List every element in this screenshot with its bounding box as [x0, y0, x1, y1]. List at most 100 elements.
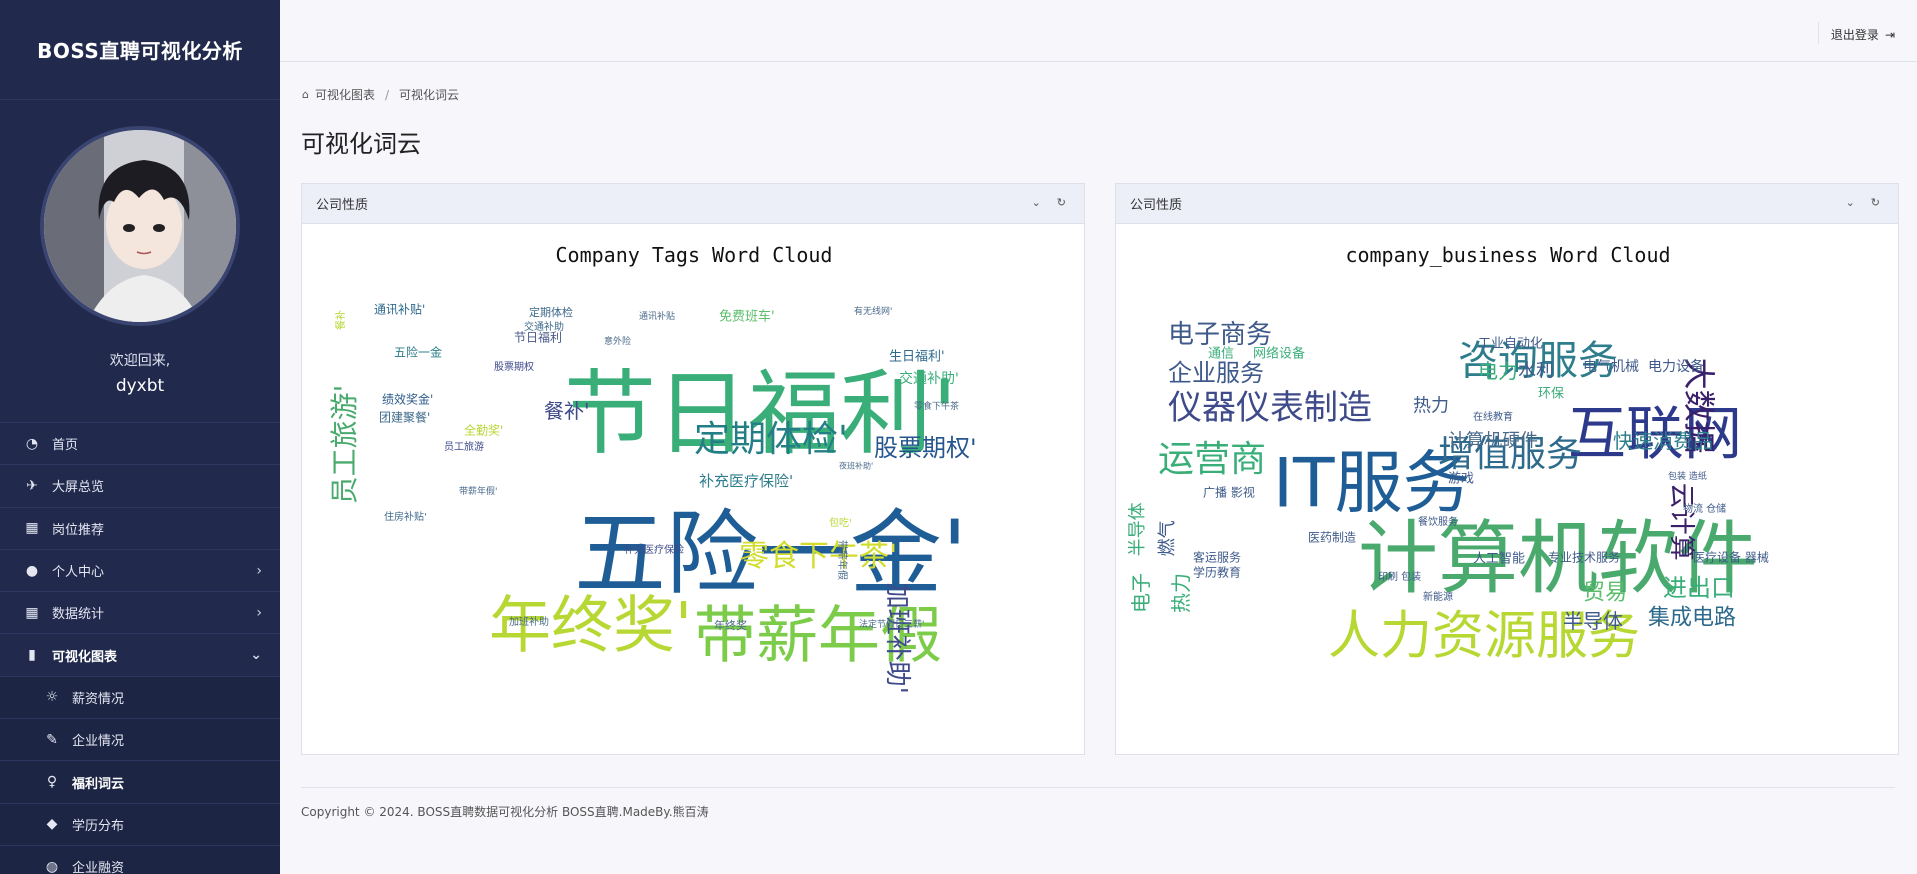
wordcloud-word: 年终奖: [714, 618, 747, 632]
wordcloud-word: 定期体检: [529, 305, 573, 319]
sidebar-item-profile[interactable]: ● 个人中心 ›: [0, 548, 280, 591]
wordcloud-word: 广播 影视: [1203, 485, 1255, 500]
sidebar-item-home[interactable]: ◔ 首页: [0, 422, 280, 464]
wordcloud-word: 补充医疗保险': [699, 472, 793, 490]
wordcloud-word: 通信: [1208, 346, 1234, 361]
plane-icon: ✈: [26, 477, 38, 494]
app-brand[interactable]: BOSS直聘可视化分析: [0, 0, 280, 100]
sidebar-item-label: 薪资情况: [72, 691, 125, 707]
sidebar-subitem-company[interactable]: ✎ 企业情况: [0, 718, 280, 761]
refresh-icon[interactable]: ↻: [1057, 196, 1066, 209]
wordcloud-word: 通讯补贴': [374, 303, 425, 317]
wordcloud-word: 夜班补助': [839, 460, 873, 470]
sidebar: BOSS直聘可视化分析 欢迎回来, dyxbt ◔ 首页 ✈ 大屏总览 ▦ 岗位…: [0, 0, 280, 874]
wordcloud-word: 工业自动化: [1478, 336, 1543, 351]
wordcloud-word: 进出口: [1663, 574, 1735, 602]
breadcrumb-item[interactable]: 可视化图表: [315, 86, 375, 103]
wordcloud-word: 零食下午茶: [914, 400, 959, 412]
avatar[interactable]: [40, 126, 240, 326]
sidebar-item-label: 可视化图表: [52, 649, 118, 665]
wordcloud-word: 燃气: [1157, 520, 1178, 556]
wordcloud-title: company_business Word Cloud: [1345, 243, 1670, 267]
wordcloud-word: 通讯补贴: [639, 310, 675, 322]
sidebar-item-label: 岗位推荐: [52, 522, 105, 538]
wordcloud-word: 医疗设备 器械: [1693, 550, 1769, 565]
wordcloud-word: 股票期权': [874, 434, 977, 462]
wordcloud-word: 加班补助: [509, 615, 549, 628]
collapse-icon[interactable]: ⌄: [1846, 196, 1855, 209]
sidebar-item-label: 数据统计: [52, 607, 105, 623]
wordcloud-word: 绩效奖金': [382, 392, 433, 407]
wordcloud-word: 加班补助': [882, 583, 912, 694]
wordcloud-word: 物流 仓储: [1683, 502, 1726, 515]
wordcloud-word: 环保: [1538, 386, 1564, 401]
wordcloud-word: 定期体检': [694, 419, 848, 460]
wordcloud-word: 餐补': [544, 399, 590, 423]
wordcloud-word: 计算机硬件: [1448, 430, 1538, 451]
home-icon[interactable]: ⌂: [302, 88, 309, 101]
sidebar-item-label: 企业情况: [72, 734, 125, 750]
logout-button[interactable]: 退出登录 ⇥: [1831, 26, 1895, 43]
chevron-down-icon: ⌄: [250, 647, 262, 664]
wordcloud-word: 意外险: [604, 335, 631, 347]
sidebar-item-label: 学历分布: [72, 818, 125, 834]
wordcloud-word: 网络设备: [1253, 345, 1305, 361]
wordcloud-word: 热力: [1413, 395, 1449, 416]
wordcloud-word: 包装 造纸: [1668, 470, 1707, 482]
wordcloud-word: 生日福利': [889, 349, 945, 364]
wordcloud-word: 集成电路: [1648, 606, 1736, 631]
wordcloud-word: 印刷 包装: [1378, 570, 1421, 583]
sidebar-item-label: 首页: [52, 438, 79, 454]
sidebar-subitem-salary[interactable]: ☼ 薪资情况: [0, 675, 280, 719]
collapse-icon[interactable]: ⌄: [1032, 196, 1041, 209]
logout-label: 退出登录: [1830, 28, 1879, 42]
sidebar-item-label: 大屏总览: [52, 480, 105, 496]
wordcloud-word: 学历教育: [1193, 565, 1241, 580]
wordcloud-word: 贸易: [1583, 581, 1627, 606]
wordcloud-word: 电气机械: [1583, 359, 1639, 375]
wordcloud-word: 住房补贴': [384, 510, 427, 523]
topbar-divider: [1818, 22, 1819, 44]
wordcloud-word: 云计算: [1666, 483, 1696, 561]
wordcloud-word: 快速消费品: [1613, 429, 1713, 453]
wordcloud-card-business: 公司性质 ⌄ ↻ company_business Word Cloud IT服务…: [1115, 183, 1899, 755]
dashboard-icon: ◔: [25, 435, 39, 452]
wordcloud-word: 交通补助: [524, 320, 564, 333]
sidebar-item-label: 福利词云: [72, 776, 125, 792]
chevron-right-icon: ›: [256, 562, 262, 579]
feather-icon: ✎: [46, 731, 58, 748]
sidebar-item-charts[interactable]: ▮ 可视化图表 ⌄: [0, 633, 280, 675]
sidebar-subitem-education[interactable]: ◆ 学历分布: [0, 802, 280, 845]
wordcloud-title: Company Tags Word Cloud: [556, 243, 833, 267]
wordcloud-word: 新能源: [1423, 590, 1453, 603]
wordcloud-word: 电力设备: [1648, 358, 1704, 375]
wordcloud-word: 运营商: [1158, 439, 1266, 480]
sidebar-item-overview[interactable]: ✈ 大屏总览: [0, 464, 280, 506]
sidebar-item-statistics[interactable]: ▦ 数据统计 ›: [0, 591, 280, 633]
sidebar-subitem-wordcloud[interactable]: ♀ 福利词云: [0, 760, 280, 803]
sidebar-subitem-funding[interactable]: ◍ 企业融资: [0, 844, 280, 874]
username: dyxbt: [115, 376, 165, 396]
refresh-icon[interactable]: ↻: [1871, 196, 1880, 209]
wordcloud-word: 人工智能: [1473, 551, 1525, 566]
wordcloud-word: 零食下午茶': [739, 539, 897, 574]
wordcloud-card-tags: 公司性质 ⌄ ↻ Company Tags Word Cloud 节日福利' 五险一…: [301, 183, 1085, 755]
wordcloud-word: 游戏: [1448, 471, 1474, 486]
wordcloud-word: 股票期权: [494, 360, 534, 373]
card-header: 公司性质 ⌄ ↻: [1116, 184, 1898, 224]
wordcloud-word: 员工旅游': [328, 385, 361, 505]
sidebar-item-label: 企业融资: [72, 861, 125, 874]
wordcloud-chart-business: company_business Word CloudIT服务计算机软件人力资源…: [1128, 243, 1769, 667]
sidebar-nav: ◔ 首页 ✈ 大屏总览 ▦ 岗位推荐 ● 个人中心 › ▦ 数据统计 › ▮ 可…: [0, 422, 280, 874]
wordcloud-word: 仪器仪表制造: [1168, 388, 1372, 428]
user-icon: ●: [25, 562, 39, 579]
wordcloud-chart-tags: Company Tags Word Cloud节日福利'五险一金'年终奖' 带薪年…: [328, 243, 977, 694]
welcome-text: 欢迎回来,: [109, 353, 171, 369]
wordcloud-word: 团建聚餐': [379, 410, 430, 425]
logout-icon: ⇥: [1884, 27, 1895, 42]
wordcloud-word: 电力: [1478, 359, 1518, 383]
wordcloud-word: 电子商务: [1168, 320, 1272, 350]
sidebar-item-job-recommend[interactable]: ▦ 岗位推荐: [0, 506, 280, 549]
wordcloud-word: 交通补助': [899, 370, 959, 387]
breadcrumb-separator: /: [385, 87, 390, 102]
